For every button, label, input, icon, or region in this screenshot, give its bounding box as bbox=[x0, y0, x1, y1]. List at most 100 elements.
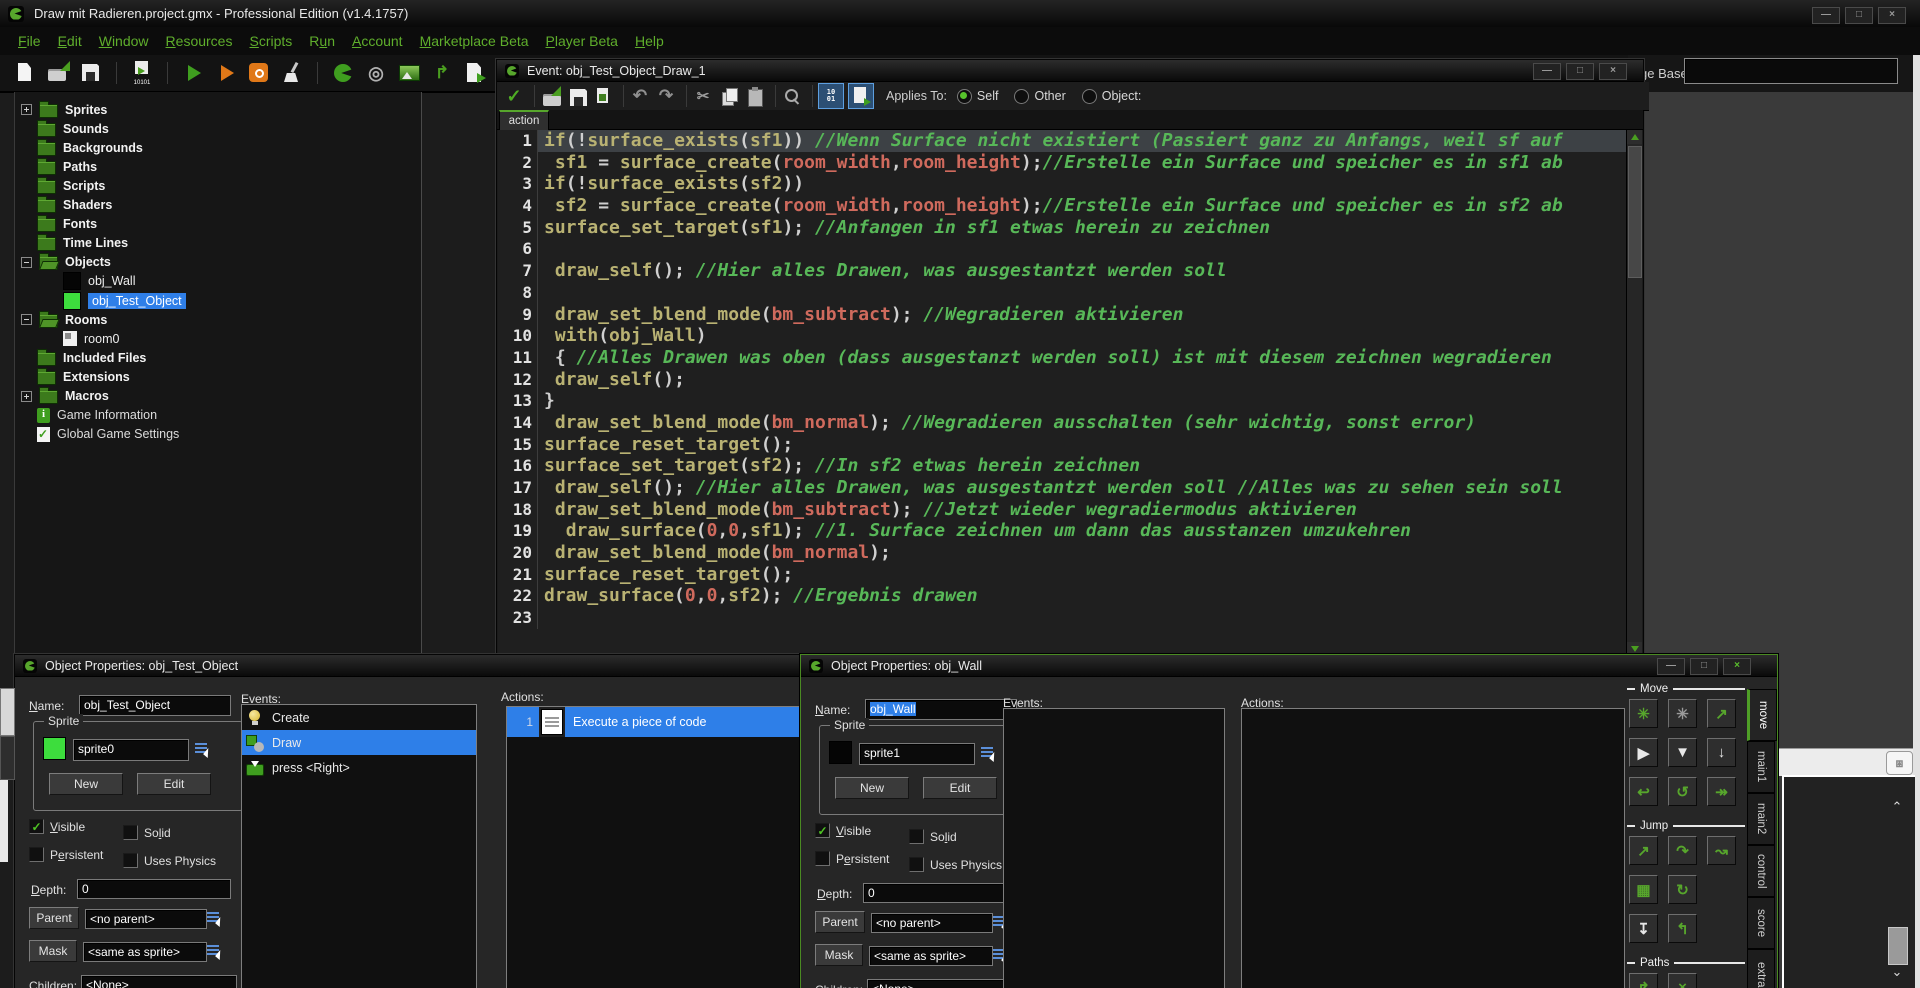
menu-icon[interactable] bbox=[981, 746, 995, 759]
jump-position-icon[interactable]: ↗ bbox=[1629, 836, 1658, 865]
dnd-tab-control[interactable]: control bbox=[1747, 845, 1775, 897]
actions-list[interactable]: 1Execute a piece of code bbox=[506, 706, 822, 988]
jump-random-icon[interactable]: ↝ bbox=[1707, 836, 1736, 865]
checkbox-unchecked-icon[interactable] bbox=[909, 829, 924, 844]
parent-value[interactable]: <no parent> bbox=[85, 909, 207, 929]
tree-item-room0[interactable]: room0 bbox=[63, 329, 119, 348]
save-icon[interactable] bbox=[566, 85, 588, 107]
bounce-icon[interactable]: ↰ bbox=[1668, 914, 1697, 943]
radio-selected-icon[interactable] bbox=[957, 89, 972, 104]
stop-icon[interactable] bbox=[246, 60, 272, 86]
menu-item-file[interactable]: File bbox=[18, 33, 41, 49]
code-window-titlebar[interactable]: Event: obj_Test_Object_Draw_1 —□× bbox=[497, 60, 1643, 82]
path-end-icon[interactable]: × bbox=[1668, 973, 1697, 988]
create-executable-icon[interactable]: 10101 bbox=[129, 60, 155, 86]
maximize-button[interactable]: □ bbox=[1566, 63, 1594, 80]
persistent-checkbox[interactable]: Persistent bbox=[29, 847, 103, 862]
tab-action[interactable]: action bbox=[499, 110, 549, 131]
wrap-screen-icon[interactable]: ↻ bbox=[1668, 875, 1697, 904]
create-background-icon[interactable] bbox=[396, 60, 422, 86]
menu-item-edit[interactable]: Edit bbox=[58, 33, 82, 49]
minimize-button[interactable]: — bbox=[1812, 7, 1840, 24]
checkbox-checked-icon[interactable]: ✓ bbox=[29, 819, 44, 834]
solid-checkbox[interactable]: Solid bbox=[909, 829, 957, 844]
cut-icon[interactable]: ✂ bbox=[692, 85, 714, 107]
visible-checkbox[interactable]: ✓Visible bbox=[815, 823, 871, 838]
menu-item-player-beta[interactable]: Player Beta bbox=[546, 33, 618, 49]
tree-item-shaders[interactable]: Shaders bbox=[21, 196, 112, 215]
menu-item-scripts[interactable]: Scripts bbox=[249, 33, 292, 49]
dnd-tab-score[interactable]: score bbox=[1747, 897, 1775, 949]
tree-item-rooms[interactable]: Rooms bbox=[21, 310, 107, 329]
menu-item-account[interactable]: Account bbox=[352, 33, 403, 49]
open-project-icon[interactable] bbox=[45, 60, 71, 86]
tree-item-extensions[interactable]: Extensions bbox=[21, 367, 130, 386]
menu-item-run[interactable]: Run bbox=[309, 33, 335, 49]
mask-value[interactable]: <same as sprite> bbox=[869, 946, 993, 966]
uses-physics-checkbox[interactable]: Uses Physics bbox=[909, 857, 1002, 872]
event-item-press-right-[interactable]: press <Right> bbox=[242, 755, 476, 780]
menu-icon[interactable] bbox=[195, 742, 209, 755]
menu-icon[interactable] bbox=[207, 944, 221, 957]
move-free-icon[interactable]: ✳ bbox=[1668, 699, 1697, 728]
menu-item-resources[interactable]: Resources bbox=[166, 33, 233, 49]
collapse-icon[interactable] bbox=[21, 257, 32, 268]
close-button[interactable]: × bbox=[1723, 658, 1751, 675]
events-list[interactable]: CreateDrawpress <Right> bbox=[241, 704, 477, 988]
speed-vertical-icon[interactable]: ▼ bbox=[1668, 738, 1697, 767]
depth-input[interactable]: 0 bbox=[863, 883, 1017, 903]
move-contact-icon[interactable]: ↧ bbox=[1629, 914, 1658, 943]
parent-value[interactable]: <no parent> bbox=[871, 913, 993, 933]
tree-item-macros[interactable]: Macros bbox=[21, 387, 109, 406]
tree-item-objects[interactable]: Objects bbox=[21, 253, 111, 272]
dnd-tab-extra[interactable]: extra bbox=[1747, 949, 1775, 988]
props-titlebar[interactable]: Object Properties: obj_Test_Object bbox=[15, 655, 857, 677]
menu-icon[interactable] bbox=[207, 911, 221, 924]
tree-item-backgrounds[interactable]: Backgrounds bbox=[21, 138, 143, 157]
tree-item-obj_wall[interactable]: obj_Wall bbox=[63, 272, 135, 291]
code-editor[interactable]: 1if(!surface_exists(sf1)) //Wenn Surface… bbox=[498, 130, 1627, 656]
jump-start-icon[interactable]: ↷ bbox=[1668, 836, 1697, 865]
applies-to-option-other[interactable]: Other bbox=[1014, 89, 1065, 104]
paste-icon[interactable] bbox=[744, 85, 766, 107]
radio-unselected-icon[interactable] bbox=[1014, 89, 1029, 104]
edit-sprite-button[interactable]: Edit bbox=[923, 777, 997, 799]
sprite-name-input[interactable]: sprite1 bbox=[859, 743, 975, 765]
set-gravity-icon[interactable]: ↓ bbox=[1707, 738, 1736, 767]
open-icon[interactable] bbox=[540, 85, 562, 107]
tree-item-game-information[interactable]: Game Information bbox=[21, 406, 157, 425]
applies-to-option-self[interactable]: Self bbox=[957, 89, 999, 104]
chevron-down-icon[interactable]: ⌄ bbox=[1886, 960, 1908, 984]
tree-item-scripts[interactable]: Scripts bbox=[21, 176, 105, 195]
event-item-draw[interactable]: Draw bbox=[242, 730, 476, 755]
maximize-button[interactable]: □ bbox=[1845, 7, 1873, 24]
radio-unselected-icon[interactable] bbox=[1082, 89, 1097, 104]
background-field-input[interactable] bbox=[1684, 58, 1898, 84]
collapse-icon[interactable] bbox=[21, 314, 32, 325]
parent-button[interactable]: Parent bbox=[29, 907, 79, 929]
tree-item-paths[interactable]: Paths bbox=[21, 157, 97, 176]
checkbox-unchecked-icon[interactable] bbox=[123, 825, 138, 840]
toggle-line-numbers-icon[interactable]: 10 01 bbox=[818, 83, 844, 109]
applies-to-option-object[interactable]: Object: bbox=[1082, 89, 1142, 104]
parent-button[interactable]: Parent bbox=[815, 911, 865, 933]
create-script-icon[interactable] bbox=[462, 60, 488, 86]
tree-item-global-game-settings[interactable]: Global Game Settings bbox=[21, 425, 179, 444]
create-path-icon[interactable]: ↱ bbox=[429, 60, 455, 86]
name-input[interactable]: obj_Wall bbox=[865, 699, 1017, 720]
align-grid-icon[interactable]: ▦ bbox=[1629, 875, 1658, 904]
action-item[interactable]: 1Execute a piece of code bbox=[507, 707, 821, 737]
checkbox-checked-icon[interactable]: ✓ bbox=[815, 823, 830, 838]
run-debug-icon[interactable] bbox=[213, 60, 239, 86]
tree-item-fonts[interactable]: Fonts bbox=[21, 215, 97, 234]
sprite-name-input[interactable]: sprite0 bbox=[73, 739, 189, 761]
mask-button[interactable]: Mask bbox=[29, 940, 77, 962]
event-item-create[interactable]: Create bbox=[242, 705, 476, 730]
minimize-button[interactable]: — bbox=[1657, 658, 1685, 675]
children-input[interactable]: <None> bbox=[81, 975, 237, 988]
chevron-up-icon[interactable]: ⌃ bbox=[1886, 795, 1908, 819]
move-towards-icon[interactable]: ↗ bbox=[1707, 699, 1736, 728]
checkbox-unchecked-icon[interactable] bbox=[123, 853, 138, 868]
checkbox-unchecked-icon[interactable] bbox=[815, 851, 830, 866]
maximize-button[interactable]: □ bbox=[1690, 658, 1718, 675]
